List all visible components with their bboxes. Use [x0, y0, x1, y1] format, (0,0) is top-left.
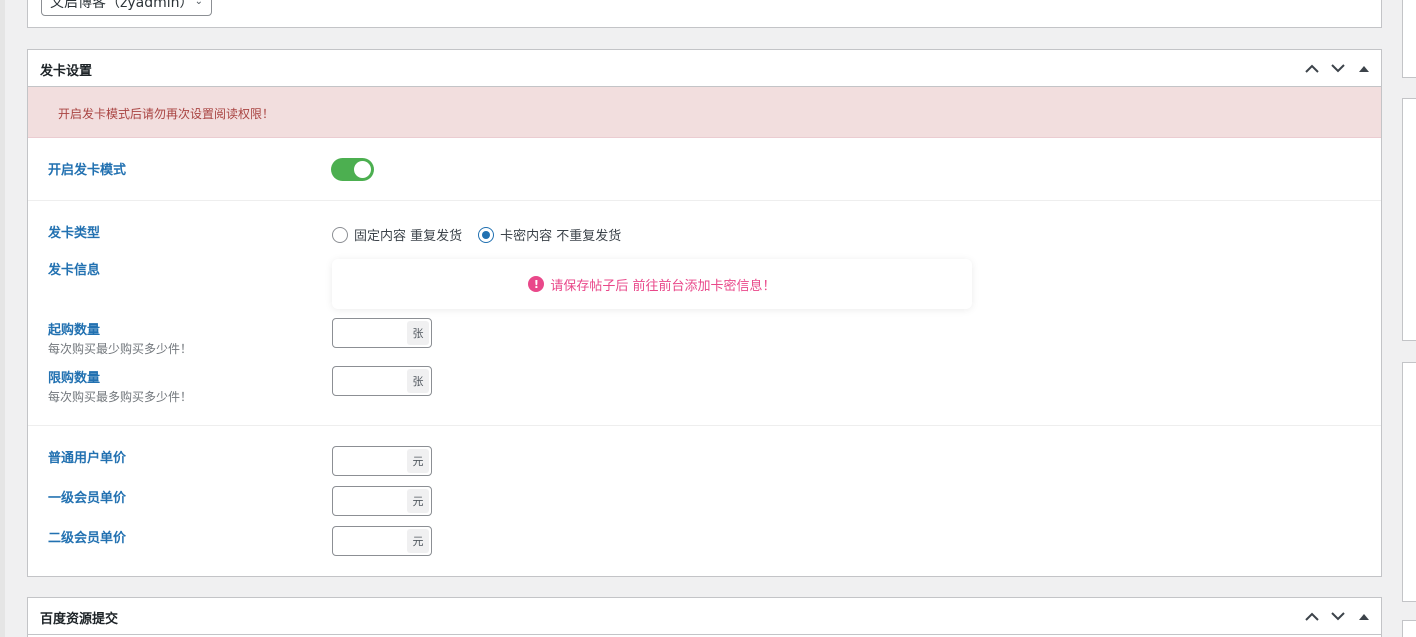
move-down-icon[interactable]	[1325, 58, 1351, 78]
sidebar-panel-fragment	[1402, 362, 1416, 602]
unit-suffix: 元	[407, 529, 429, 553]
card-settings-title: 发卡设置	[40, 64, 93, 79]
warning-notice-text: 开启发卡模式后请勿再次设置阅读权限！	[58, 107, 275, 121]
vip2-price-label: 二级会员单价	[48, 531, 127, 546]
min-quantity-label: 起购数量	[48, 323, 101, 338]
unit-suffix: 张	[407, 369, 429, 393]
sidebar-panel-fragment	[1402, 620, 1416, 637]
collapse-toggle-icon[interactable]	[1351, 58, 1377, 78]
divider	[28, 200, 1381, 201]
vip1-price-input[interactable]	[335, 488, 407, 514]
normal-price-input[interactable]	[335, 448, 407, 474]
warning-notice: 开启发卡模式后请勿再次设置阅读权限！	[28, 87, 1381, 138]
min-quantity-input[interactable]	[335, 320, 407, 346]
card-info-label: 发卡信息	[48, 263, 101, 278]
vip1-price-field[interactable]: 元	[332, 486, 432, 516]
baidu-submit-title: 百度资源提交	[40, 612, 119, 627]
collapse-toggle-icon[interactable]	[1351, 606, 1377, 626]
enable-card-mode-toggle[interactable]	[331, 158, 374, 181]
min-quantity-desc: 每次购买最少购买多少件！	[48, 342, 193, 356]
move-up-icon[interactable]	[1299, 606, 1325, 626]
vip2-price-field[interactable]: 元	[332, 526, 432, 556]
card-settings-metabox: 发卡设置 开启发卡模式后请勿再次设置阅读权限！ 开启发卡模式 发卡类型 固定内容…	[27, 49, 1382, 577]
max-quantity-label: 限购数量	[48, 371, 101, 386]
unit-suffix: 张	[407, 321, 429, 345]
exclamation-icon: !	[528, 276, 545, 292]
vip1-price-label: 一级会员单价	[48, 491, 127, 506]
move-down-icon[interactable]	[1325, 606, 1351, 626]
baidu-submit-metabox: 百度资源提交	[27, 597, 1382, 637]
metabox-controls	[1299, 606, 1377, 626]
move-up-icon[interactable]	[1299, 58, 1325, 78]
radio-button[interactable]	[332, 226, 348, 243]
card-type-radio-group: 固定内容 重复发货 卡密内容 不重复发货	[332, 225, 637, 244]
sidebar-panel-fragment	[1402, 131, 1416, 341]
radio-fixed-content[interactable]: 固定内容 重复发货	[332, 225, 462, 244]
metabox-controls	[1299, 58, 1377, 78]
max-quantity-field[interactable]: 张	[332, 366, 432, 396]
radio-button-checked[interactable]	[478, 226, 495, 243]
min-quantity-field[interactable]: 张	[332, 318, 432, 348]
normal-price-label: 普通用户单价	[48, 451, 127, 466]
unit-suffix: 元	[407, 489, 429, 513]
radio-card-secret[interactable]: 卡密内容 不重复发货	[478, 225, 621, 244]
card-info-text: 请保存帖子后 前往前台添加卡密信息！	[550, 278, 776, 294]
card-type-label: 发卡类型	[48, 226, 101, 241]
baidu-submit-header[interactable]: 百度资源提交	[28, 598, 1381, 635]
left-edge-strip	[0, 0, 5, 637]
author-panel: 文启博客（zyadmin） ⌄	[27, 0, 1382, 28]
unit-suffix: 元	[407, 449, 429, 473]
sidebar-panel-fragment	[1402, 98, 1416, 132]
vip2-price-input[interactable]	[335, 528, 407, 554]
radio-label: 卡密内容 不重复发货	[500, 229, 622, 244]
card-settings-header[interactable]: 发卡设置	[28, 50, 1381, 87]
max-quantity-desc: 每次购买最多购买多少件！	[48, 390, 193, 404]
chevron-down-icon: ⌄	[194, 0, 203, 7]
normal-price-field[interactable]: 元	[332, 446, 432, 476]
max-quantity-input[interactable]	[335, 368, 407, 394]
sidebar-panel-fragment	[1402, 0, 1416, 78]
toggle-knob	[354, 161, 371, 178]
divider	[28, 425, 1381, 426]
card-info-message: ! 请保存帖子后 前往前台添加卡密信息！	[332, 259, 972, 309]
enable-card-mode-label: 开启发卡模式	[48, 163, 127, 178]
radio-label: 固定内容 重复发货	[354, 229, 463, 244]
author-select[interactable]: 文启博客（zyadmin） ⌄	[41, 0, 212, 16]
author-select-value: 文启博客（zyadmin）	[50, 0, 194, 11]
